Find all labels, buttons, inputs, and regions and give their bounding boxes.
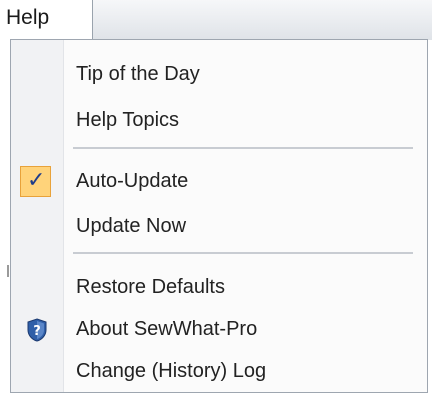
background-window-edge: [0, 40, 10, 393]
menu-item-label: Tip of the Day: [76, 63, 200, 85]
help-menu-label: Help: [6, 6, 50, 29]
menu-item-auto-update[interactable]: ✓ Auto-Update: [11, 161, 427, 203]
menu-bar: Help: [0, 0, 432, 40]
help-menu-tab[interactable]: Help: [0, 0, 93, 40]
background-tick: [7, 265, 9, 277]
menu-item-label: About SewWhat-Pro: [76, 318, 258, 340]
menu-item-help-topics[interactable]: Help Topics: [11, 100, 427, 142]
menu-item-label: Change (History) Log: [76, 360, 267, 382]
shield-icon: ?: [27, 318, 47, 342]
menu-separator: [73, 147, 413, 149]
menu-item-tip-of-the-day[interactable]: Tip of the Day: [11, 54, 427, 96]
menu-item-label: Auto-Update: [76, 170, 189, 192]
menu-separator: [73, 252, 413, 254]
menu-item-label: Update Now: [76, 215, 187, 237]
checkmark-icon: ✓: [20, 166, 51, 197]
svg-text:?: ?: [33, 324, 41, 339]
help-dropdown-menu: Tip of the Day Help Topics ✓ Auto-Update…: [10, 39, 428, 393]
menu-item-restore-defaults[interactable]: Restore Defaults: [11, 267, 427, 309]
menu-item-label: Restore Defaults: [76, 276, 225, 298]
menu-item-change-log[interactable]: Change (History) Log: [11, 351, 427, 393]
menu-item-label: Help Topics: [76, 109, 180, 131]
menu-item-update-now[interactable]: Update Now: [11, 206, 427, 248]
menu-item-about[interactable]: ? About SewWhat-Pro: [11, 309, 427, 351]
